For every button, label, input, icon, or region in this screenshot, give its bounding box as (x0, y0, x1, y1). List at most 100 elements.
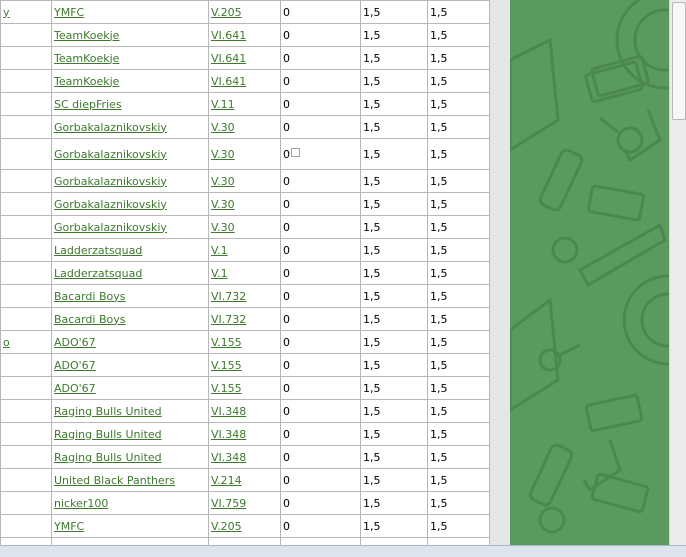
team-link[interactable]: Raging Bulls United (54, 405, 162, 418)
table-row: Gorbakalaznikovskiy V.30 0 1,5 1,5 (0, 115, 490, 139)
odds-a-cell-td: 1,5 (360, 92, 428, 116)
team-link[interactable]: Raging Bulls United (54, 428, 162, 441)
level-link[interactable]: VI.732 (211, 290, 246, 303)
team-link[interactable]: Bacardi Boys (54, 313, 125, 326)
odds-a-cell: 1,5 (363, 496, 381, 510)
level-link[interactable]: V.1 (211, 244, 228, 257)
level-link[interactable]: V.205 (211, 6, 242, 19)
drink-bottle-icon (528, 443, 574, 507)
odds-a-cell: 1,5 (363, 266, 381, 280)
level-link[interactable]: V.30 (211, 121, 235, 134)
team-link[interactable]: nicker100 (54, 497, 108, 510)
cash-bundle-icon (590, 472, 650, 514)
team-link[interactable]: United Black Panthers (54, 474, 175, 487)
team-link-td: SC diepFries (51, 92, 209, 116)
odds-b-cell-td: 1,5 (427, 537, 490, 545)
value-cell-td: 0 (280, 215, 361, 239)
odds-a-cell: 1,5 (363, 473, 381, 487)
team-partial-cell[interactable]: y (3, 6, 10, 19)
team-link-td: ADO'67 (51, 353, 209, 377)
level-link[interactable]: VI.641 (211, 29, 246, 42)
level-link-td: V.1 (208, 261, 281, 285)
odds-a-cell: 1,5 (363, 358, 381, 372)
team-link-td: Raging Bulls United (51, 445, 209, 469)
team-link[interactable]: TeamKoekje (54, 52, 119, 65)
team-link[interactable]: Raging Bulls United (54, 451, 162, 464)
team-link[interactable]: YMFC (54, 6, 84, 19)
odds-b-cell: 1,5 (430, 427, 448, 441)
team-link[interactable]: Gorbakalaznikovskiy (54, 175, 167, 188)
level-link-td: VI.348 (208, 399, 281, 423)
odds-b-cell-td: 1,5 (427, 330, 490, 354)
level-link[interactable]: V.214 (211, 474, 242, 487)
value-cell: 0 (283, 427, 290, 441)
odds-a-cell: 1,5 (363, 174, 381, 188)
odds-a-cell-td: 1,5 (360, 192, 428, 216)
team-link[interactable]: Ladderzatsquad (54, 244, 142, 257)
level-link[interactable]: VI.759 (211, 497, 246, 510)
cash-bundle-icon (584, 393, 644, 433)
level-link[interactable]: V.155 (211, 359, 242, 372)
level-link-td: VI.732 (208, 307, 281, 331)
level-link[interactable]: VI.348 (211, 451, 246, 464)
odds-a-cell-td: 1,5 (360, 238, 428, 262)
level-link[interactable]: V.1 (211, 267, 228, 280)
odds-a-cell-td: 1,5 (360, 215, 428, 239)
team-link[interactable]: Gorbakalaznikovskiy (54, 121, 167, 134)
level-link[interactable]: VI.641 (211, 75, 246, 88)
level-link[interactable]: V.30 (211, 198, 235, 211)
checkbox[interactable] (291, 147, 300, 157)
team-partial-cell[interactable]: o (3, 336, 10, 349)
team-link[interactable]: ADO'67 (54, 382, 96, 395)
team-link[interactable]: Gorbakalaznikovskiy (54, 221, 167, 234)
vertical-scrollbar[interactable] (669, 0, 686, 545)
level-link[interactable]: VI.348 (211, 405, 246, 418)
team-link[interactable]: TeamKoekje (54, 75, 119, 88)
table-row: Raging Bulls United VI.348 0 1,5 1,5 (0, 399, 490, 423)
odds-b-cell-td: 1,5 (427, 46, 490, 70)
odds-b-cell-td: 1,5 (427, 514, 490, 538)
soccer-ball-icon (622, 274, 669, 366)
team-link[interactable]: ADO'67 (54, 336, 96, 349)
odds-a-cell-td: 1,5 (360, 399, 428, 423)
value-cell: 0 (283, 174, 290, 188)
odds-b-cell: 1,5 (430, 5, 448, 19)
level-link[interactable]: V.155 (211, 382, 242, 395)
odds-a-cell-td: 1,5 (360, 69, 428, 93)
value-cell-td: 0 (280, 468, 361, 492)
team-link[interactable]: Ladderzatsquad (54, 267, 142, 280)
level-link[interactable]: V.155 (211, 336, 242, 349)
scrollbar-thumb[interactable] (672, 2, 686, 120)
level-link[interactable]: V.205 (211, 520, 242, 533)
level-link[interactable]: V.30 (211, 148, 235, 161)
level-link[interactable]: VI.732 (211, 313, 246, 326)
value-cell-td: 0 (280, 537, 361, 545)
table-row: United Black Panthers V.214 0 1,5 1,5 (0, 468, 490, 492)
level-link-td: VI.641 (208, 69, 281, 93)
team-link[interactable]: ADO'67 (54, 359, 96, 372)
team-partial-cell-td (0, 192, 52, 216)
odds-b-cell-td: 1,5 (427, 169, 490, 193)
team-link[interactable]: Gorbakalaznikovskiy (54, 148, 167, 161)
team-partial-cell-td (0, 169, 52, 193)
level-link[interactable]: V.30 (211, 175, 235, 188)
level-link[interactable]: VI.641 (211, 52, 246, 65)
soccer-ball-icon (538, 506, 566, 534)
value-cell: 0 (283, 5, 290, 19)
level-link[interactable]: V.11 (211, 98, 235, 111)
level-link[interactable]: VI.348 (211, 428, 246, 441)
team-link[interactable]: YMFC (54, 520, 84, 533)
table-row: TeamKoekje VI.641 0 1,5 1,5 (0, 69, 490, 93)
odds-a-cell-td: 1,5 (360, 46, 428, 70)
team-link[interactable]: SC diepFries (54, 98, 122, 111)
value-cell: 0 (283, 266, 290, 280)
level-link[interactable]: V.30 (211, 221, 235, 234)
team-link[interactable]: Gorbakalaznikovskiy (54, 198, 167, 211)
team-link[interactable]: Bacardi Boys (54, 290, 125, 303)
team-partial-cell-td (0, 353, 52, 377)
team-link[interactable]: TeamKoekje (54, 29, 119, 42)
odds-a-cell: 1,5 (363, 381, 381, 395)
odds-b-cell-td: 1,5 (427, 92, 490, 116)
results-table-viewport: y YMFC V.205 0 1,5 1,5 TeamKoekje VI.641 0 1,5 1,5… (0, 0, 490, 545)
team-partial-cell-td: y (0, 0, 52, 24)
